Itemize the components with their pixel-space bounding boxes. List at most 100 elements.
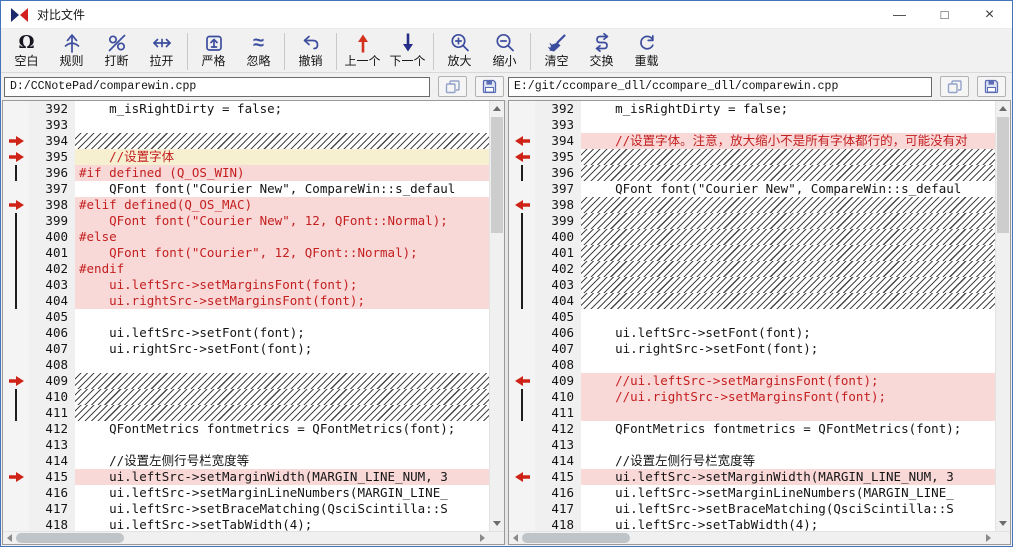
code-line[interactable]	[75, 357, 489, 373]
scroll-down-arrow[interactable]	[996, 516, 1010, 531]
left-copy-button[interactable]	[438, 76, 467, 97]
code-line[interactable]: m_isRightDirty = false;	[75, 101, 489, 117]
toolbar-button-ignore[interactable]: ≈ 忽略	[236, 32, 281, 72]
vertical-scroll-thumb[interactable]	[491, 117, 503, 233]
code-line[interactable]	[581, 245, 995, 261]
right-horizontal-scrollbar[interactable]	[509, 531, 1010, 544]
code-line[interactable]: //设置左侧行号栏宽度等	[581, 453, 995, 469]
left-code-area[interactable]: m_isRightDirty = false; //设置字体 #if define…	[75, 101, 489, 532]
code-line[interactable]: //ui.leftSrc->setMarginsFont(font);	[581, 373, 995, 389]
horizontal-scroll-thumb[interactable]	[522, 533, 630, 543]
code-line[interactable]: ui.leftSrc->setTabWidth(4);	[581, 517, 995, 531]
code-line[interactable]	[581, 293, 995, 309]
left-vertical-scrollbar[interactable]	[489, 101, 504, 532]
code-line[interactable]: ui.leftSrc->setTabWidth(4);	[75, 517, 489, 531]
diff-marker-slot	[509, 453, 535, 469]
toolbar-button-next[interactable]: 下一个	[385, 32, 430, 72]
toolbar-button-strict[interactable]: 严格	[191, 32, 236, 72]
scroll-up-arrow[interactable]	[996, 101, 1010, 116]
code-line[interactable]	[581, 197, 995, 213]
code-line[interactable]	[581, 437, 995, 453]
right-vertical-scrollbar[interactable]	[995, 101, 1010, 532]
code-line[interactable]: #else	[75, 229, 489, 245]
code-line[interactable]	[75, 389, 489, 405]
right-copy-button[interactable]	[940, 76, 969, 97]
code-line[interactable]: ui.leftSrc->setMarginWidth(MARGIN_LINE_N…	[581, 469, 995, 485]
code-line[interactable]: //设置字体	[75, 149, 489, 165]
right-file-path-input[interactable]	[508, 76, 932, 97]
line-number: 393	[45, 117, 68, 132]
code-line[interactable]: QFont font("Courier", 12, QFont::Normal)…	[75, 245, 489, 261]
code-line[interactable]	[581, 277, 995, 293]
code-line[interactable]: //设置字体。注意，放大缩小不是所有字体都行的，可能没有对	[581, 133, 995, 149]
minimize-button[interactable]: —	[877, 1, 922, 29]
code-line[interactable]: QFont font("Courier New", CompareWin::s_…	[581, 181, 995, 197]
toolbar-button-stretch[interactable]: 拉开	[139, 32, 184, 72]
line-number: 398	[45, 197, 68, 212]
vertical-scroll-thumb[interactable]	[997, 117, 1009, 233]
toolbar-button-swap[interactable]: 交换	[579, 32, 624, 72]
scroll-left-arrow[interactable]	[509, 532, 522, 544]
code-line[interactable]	[581, 117, 995, 133]
code-line[interactable]	[581, 165, 995, 181]
code-line[interactable]: ui.leftSrc->setBraceMatching(QsciScintil…	[581, 501, 995, 517]
line-number: 414	[551, 453, 574, 468]
code-line[interactable]: #endif	[75, 261, 489, 277]
code-line[interactable]: ui.leftSrc->setMarginLineNumbers(MARGIN_…	[75, 485, 489, 501]
code-line[interactable]	[581, 357, 995, 373]
code-line[interactable]: QFontMetrics fontmetrics = QFontMetrics(…	[75, 421, 489, 437]
scroll-right-arrow[interactable]	[476, 532, 489, 544]
code-line[interactable]: m_isRightDirty = false;	[581, 101, 995, 117]
toolbar-button-blank[interactable]: Ω 空白	[4, 32, 49, 72]
toolbar-button-rules[interactable]: 规则	[49, 32, 94, 72]
code-line[interactable]: ui.leftSrc->setMarginWidth(MARGIN_LINE_N…	[75, 469, 489, 485]
code-line[interactable]	[581, 213, 995, 229]
code-line[interactable]: ui.leftSrc->setFont(font);	[581, 325, 995, 341]
horizontal-scroll-thumb[interactable]	[16, 533, 124, 543]
toolbar-button-break[interactable]: 打断	[94, 32, 139, 72]
code-line[interactable]: //ui.rightSrc->setMarginsFont(font);	[581, 389, 995, 405]
toolbar-button-zoom-in[interactable]: 放大	[437, 32, 482, 72]
code-line[interactable]	[581, 229, 995, 245]
code-line[interactable]	[581, 405, 995, 421]
left-file-path-input[interactable]	[4, 76, 430, 97]
scroll-up-arrow[interactable]	[490, 101, 504, 116]
line-number: 408	[551, 357, 574, 372]
left-horizontal-scrollbar[interactable]	[3, 531, 504, 544]
right-save-button[interactable]	[977, 76, 1006, 97]
code-line[interactable]: //设置左侧行号栏宽度等	[75, 453, 489, 469]
left-save-button[interactable]	[475, 76, 504, 97]
scroll-left-arrow[interactable]	[3, 532, 16, 544]
toolbar-button-prev[interactable]: 上一个	[340, 32, 385, 72]
close-button[interactable]: ×	[967, 1, 1012, 29]
code-line[interactable]	[75, 309, 489, 325]
scroll-right-arrow[interactable]	[982, 532, 995, 544]
code-line[interactable]	[75, 405, 489, 421]
code-line[interactable]	[75, 133, 489, 149]
code-line[interactable]: ui.leftSrc->setBraceMatching(QsciScintil…	[75, 501, 489, 517]
code-line[interactable]: QFont font("Courier New", CompareWin::s_…	[75, 181, 489, 197]
toolbar-button-undo[interactable]: 撤销	[288, 32, 333, 72]
code-line[interactable]	[581, 261, 995, 277]
code-line[interactable]: ui.leftSrc->setMarginLineNumbers(MARGIN_…	[581, 485, 995, 501]
code-line[interactable]	[75, 437, 489, 453]
code-line[interactable]: ui.leftSrc->setFont(font);	[75, 325, 489, 341]
code-line[interactable]: #elif defined(Q_OS_MAC)	[75, 197, 489, 213]
right-code-area[interactable]: m_isRightDirty = false; //设置字体。注意，放大缩小不是…	[581, 101, 995, 532]
code-line[interactable]: ui.rightSrc->setFont(font);	[581, 341, 995, 357]
toolbar-button-clear[interactable]: 清空	[534, 32, 579, 72]
code-line[interactable]	[581, 309, 995, 325]
code-line[interactable]: ui.rightSrc->setFont(font);	[75, 341, 489, 357]
code-line[interactable]: ui.rightSrc->setMarginsFont(font);	[75, 293, 489, 309]
toolbar-button-zoom-out[interactable]: 缩小	[482, 32, 527, 72]
code-line[interactable]: QFontMetrics fontmetrics = QFontMetrics(…	[581, 421, 995, 437]
code-line[interactable]: QFont font("Courier New", 12, QFont::Nor…	[75, 213, 489, 229]
code-line[interactable]	[75, 373, 489, 389]
code-line[interactable]	[581, 149, 995, 165]
code-line[interactable]	[75, 117, 489, 133]
toolbar-button-reload[interactable]: 重载	[624, 32, 669, 72]
maximize-button[interactable]: □	[922, 1, 967, 29]
code-line[interactable]: ui.leftSrc->setMarginsFont(font);	[75, 277, 489, 293]
code-line[interactable]: #if defined (Q_OS_WIN)	[75, 165, 489, 181]
scroll-down-arrow[interactable]	[490, 516, 504, 531]
